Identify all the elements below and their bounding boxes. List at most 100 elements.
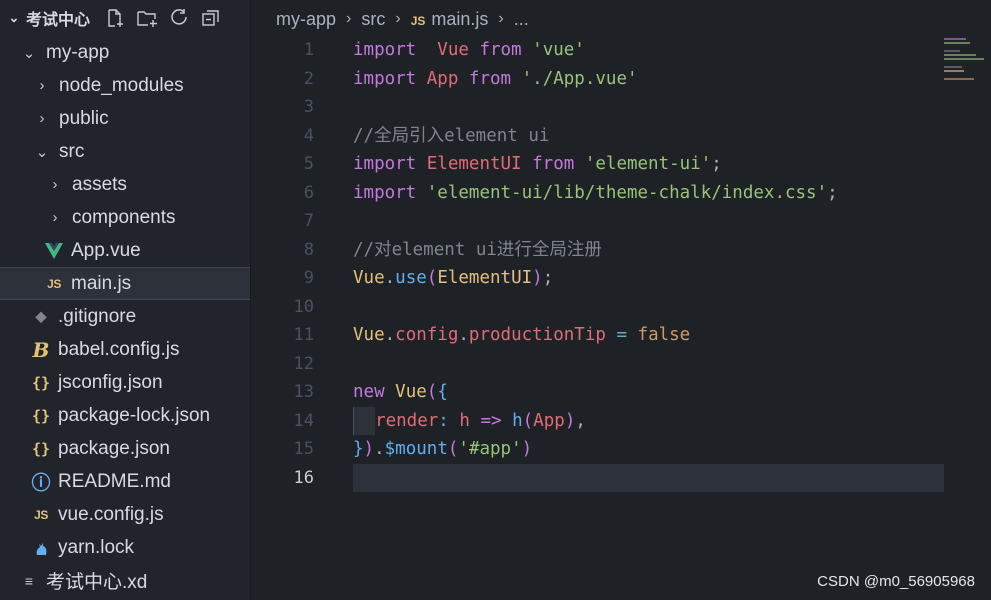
tree-folder-public[interactable]: › public: [0, 102, 250, 135]
tree-item-label: assets: [72, 173, 127, 195]
tree-item-label: App.vue: [71, 239, 141, 261]
code-token: './App.vue': [521, 68, 638, 89]
tree-folder-my-app[interactable]: ⌄ my-app: [0, 36, 250, 69]
code-token: h: [459, 410, 470, 431]
chevron-right-icon: ›: [395, 10, 401, 27]
code-token: render: [375, 410, 439, 431]
code-token: use: [395, 268, 427, 288]
chevron-right-icon: ›: [52, 209, 58, 226]
explorer-sidebar: ⌄ 考试中心 ⌄ my-app › node_modules › public …: [0, 0, 251, 600]
tree-item-label: main.js: [71, 272, 132, 294]
tree-file-app-vue[interactable]: App.vue: [0, 234, 250, 267]
js-file-icon: JS: [410, 13, 426, 28]
code-token: 'element-ui/lib/theme-chalk/index.css': [426, 182, 828, 203]
minimap[interactable]: [944, 36, 991, 116]
lines-file-icon: ≡: [24, 572, 34, 589]
tree-item-label: vue.config.js: [58, 503, 164, 525]
tree-folder-node-modules[interactable]: › node_modules: [0, 69, 250, 102]
code-line[interactable]: [353, 350, 944, 379]
breadcrumb-main-js[interactable]: JS main.js: [411, 9, 489, 30]
refresh-icon[interactable]: [168, 7, 190, 29]
code-token: .: [384, 325, 396, 345]
line-number: 1: [303, 40, 314, 60]
explorer-header[interactable]: ⌄ 考试中心: [0, 0, 250, 36]
tree-file-vue-config[interactable]: JS vue.config.js: [0, 498, 250, 531]
new-file-icon[interactable]: [104, 7, 126, 29]
tree-item-label: package.json: [58, 437, 170, 459]
code-token: {: [437, 382, 448, 402]
code-token: from: [468, 68, 512, 89]
code-token: $mount: [384, 439, 448, 459]
code-token: (: [522, 410, 534, 431]
code-editor[interactable]: 1 2 3 4 5 6 7 8 9 10 11 12 13 14 15 16 i…: [252, 36, 991, 600]
tree-file-package-lock[interactable]: {} package-lock.json: [0, 399, 250, 432]
tree-item-label: 考试中心.xd: [46, 572, 148, 593]
code-line[interactable]: import App from './App.vue': [353, 65, 944, 94]
code-token: =: [616, 325, 627, 345]
js-file-icon: JS: [47, 276, 61, 291]
code-line[interactable]: render: h => h(App),: [353, 406, 944, 435]
code-line[interactable]: //全局引入element ui: [353, 122, 944, 151]
tree-item-label: src: [59, 140, 85, 162]
tree-file-babel-config[interactable]: B babel.config.js: [0, 333, 250, 366]
code-line-current[interactable]: [353, 463, 944, 492]
tree-folder-assets[interactable]: › assets: [0, 168, 250, 201]
line-number: 14: [293, 410, 314, 431]
tree-file-package-json[interactable]: {} package.json: [0, 432, 250, 465]
code-line[interactable]: new Vue({: [353, 378, 944, 407]
code-token: Vue: [353, 268, 385, 288]
new-folder-icon[interactable]: [136, 7, 158, 29]
tree-file-jsconfig[interactable]: {} jsconfig.json: [0, 366, 250, 399]
line-number: 9: [303, 268, 314, 288]
tree-folder-src[interactable]: ⌄ src: [0, 135, 250, 168]
code-line[interactable]: import ElementUI from 'element-ui';: [353, 150, 944, 179]
code-token: //对element ui进行全局注册: [353, 239, 602, 260]
code-token: import: [353, 68, 417, 89]
tree-file-xd[interactable]: ≡ 考试中心.xd: [0, 564, 250, 597]
chevron-down-icon: ⌄: [22, 44, 36, 62]
chevron-down-icon: ⌄: [35, 143, 49, 161]
code-token: 'vue': [532, 40, 585, 60]
code-token: config: [395, 325, 459, 345]
code-token: import: [353, 154, 417, 174]
breadcrumb-symbols[interactable]: ...: [514, 9, 529, 30]
line-number: 15: [293, 439, 314, 459]
code-line[interactable]: Vue.config.productionTip = false: [353, 321, 944, 350]
code-line[interactable]: //对element ui进行全局注册: [353, 236, 944, 265]
code-line[interactable]: import Vue from 'vue': [353, 36, 944, 65]
tree-file-gitignore[interactable]: ◆ .gitignore: [0, 300, 250, 333]
code-token: 'element-ui': [584, 154, 712, 174]
breadcrumb-src[interactable]: src: [361, 9, 385, 30]
code-line[interactable]: [353, 207, 944, 236]
tree-file-readme[interactable]: ⓘ README.md: [0, 465, 250, 498]
code-line[interactable]: }).$mount('#app'): [353, 435, 944, 464]
line-number: 7: [303, 211, 314, 231]
chevron-down-icon[interactable]: ⌄: [6, 10, 22, 26]
code-token: new: [353, 382, 385, 402]
tree-item-label: README.md: [58, 470, 171, 492]
chevron-right-icon: ›: [52, 176, 58, 193]
code-token: from: [479, 40, 522, 60]
code-area[interactable]: import Vue from 'vue' import App from './…: [353, 36, 944, 492]
babel-icon: B: [32, 337, 50, 362]
code-line[interactable]: Vue.use(ElementUI);: [353, 264, 944, 293]
code-token: .: [374, 439, 385, 459]
code-token: from: [532, 154, 575, 174]
tree-folder-components[interactable]: › components: [0, 201, 250, 234]
code-line[interactable]: [353, 93, 944, 122]
code-token: ): [363, 439, 375, 459]
tree-file-main-js[interactable]: JS main.js: [0, 267, 250, 300]
workspace-title: 考试中心: [26, 12, 91, 29]
code-token: ElementUI: [426, 154, 522, 174]
collapse-all-icon[interactable]: [200, 7, 222, 29]
tree-file-yarn-lock[interactable]: yarn.lock: [0, 531, 250, 564]
tree-item-label: node_modules: [59, 74, 184, 96]
breadcrumb-my-app[interactable]: my-app: [276, 9, 336, 30]
watermark: CSDN @m0_56905968: [817, 573, 975, 590]
code-line[interactable]: [353, 293, 944, 322]
line-number: 11: [293, 325, 314, 345]
code-line[interactable]: import 'element-ui/lib/theme-chalk/index…: [353, 179, 944, 208]
